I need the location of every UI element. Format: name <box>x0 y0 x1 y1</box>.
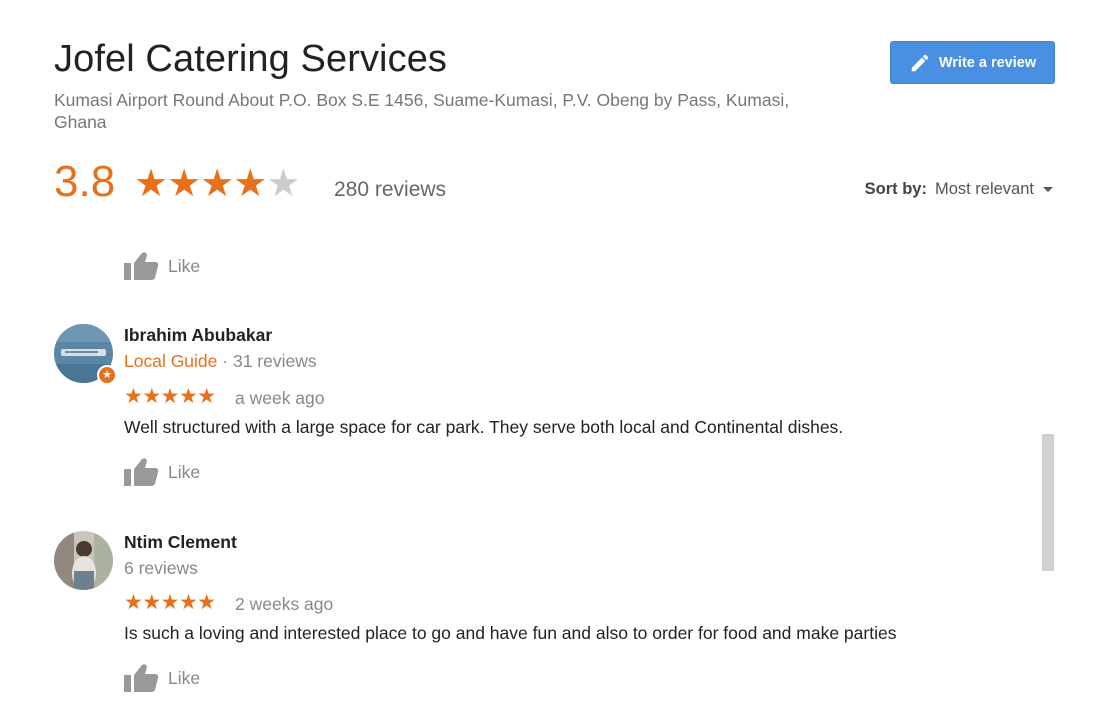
thumbs-up-icon <box>124 458 159 486</box>
star-filled-icon: ★ <box>200 163 234 205</box>
local-guide-badge-icon: ★ <box>97 365 117 385</box>
write-review-button[interactable]: Write a review <box>890 41 1055 84</box>
star-filled-icon: ★ <box>233 163 267 205</box>
rating-stars: ★★★★★ <box>134 163 300 205</box>
review-date: 2 weeks ago <box>235 594 334 614</box>
thumbs-up-icon <box>124 252 159 280</box>
review-text: Well structured with a large space for c… <box>124 417 844 437</box>
avatar-image <box>54 531 113 590</box>
like-label: Like <box>168 667 201 688</box>
sort-label: Sort by: <box>864 180 927 198</box>
star-filled-icon: ★ <box>167 163 201 205</box>
local-guide-label: Local Guide <box>124 351 218 371</box>
scrollbar-thumb[interactable] <box>1042 434 1054 571</box>
like-button[interactable]: Like <box>124 457 200 487</box>
write-review-label: Write a review <box>938 54 1037 71</box>
rating-value: 3.8 <box>54 157 116 206</box>
review-text: Is such a loving and interested place to… <box>124 623 897 643</box>
place-address: Kumasi Airport Round About P.O. Box S.E … <box>54 90 790 132</box>
avatar[interactable]: ★ <box>54 324 117 385</box>
review-date: a week ago <box>235 388 325 408</box>
review-stars: ★★★★★ <box>124 385 216 408</box>
caret-down-icon <box>1043 187 1053 192</box>
thumbs-up-icon <box>124 664 159 692</box>
review-count: 280 reviews <box>334 178 447 201</box>
like-label: Like <box>168 461 201 482</box>
pencil-icon <box>911 54 929 71</box>
meta-separator: · <box>222 351 229 371</box>
place-title: Jofel Catering Services <box>54 38 448 80</box>
reviewer-name[interactable]: Ntim Clement <box>124 532 237 553</box>
reviewer-meta: Local Guide · 31 reviews <box>124 351 317 372</box>
avatar[interactable] <box>54 531 113 590</box>
star-empty-icon: ★ <box>266 163 300 205</box>
sort-dropdown[interactable]: Sort by: Most relevant <box>865 180 1053 199</box>
like-label: Like <box>168 255 201 276</box>
like-button[interactable]: Like <box>124 663 200 693</box>
sort-value: Most relevant <box>934 180 1034 198</box>
star-filled-icon: ★ <box>134 163 168 205</box>
reviewer-name[interactable]: Ibrahim Abubakar <box>124 325 272 346</box>
review-stars: ★★★★★ <box>124 591 216 614</box>
like-button[interactable]: Like <box>124 251 200 281</box>
reviewer-review-count: 6 reviews <box>124 558 198 578</box>
reviewer-review-count: 31 reviews <box>232 351 317 371</box>
